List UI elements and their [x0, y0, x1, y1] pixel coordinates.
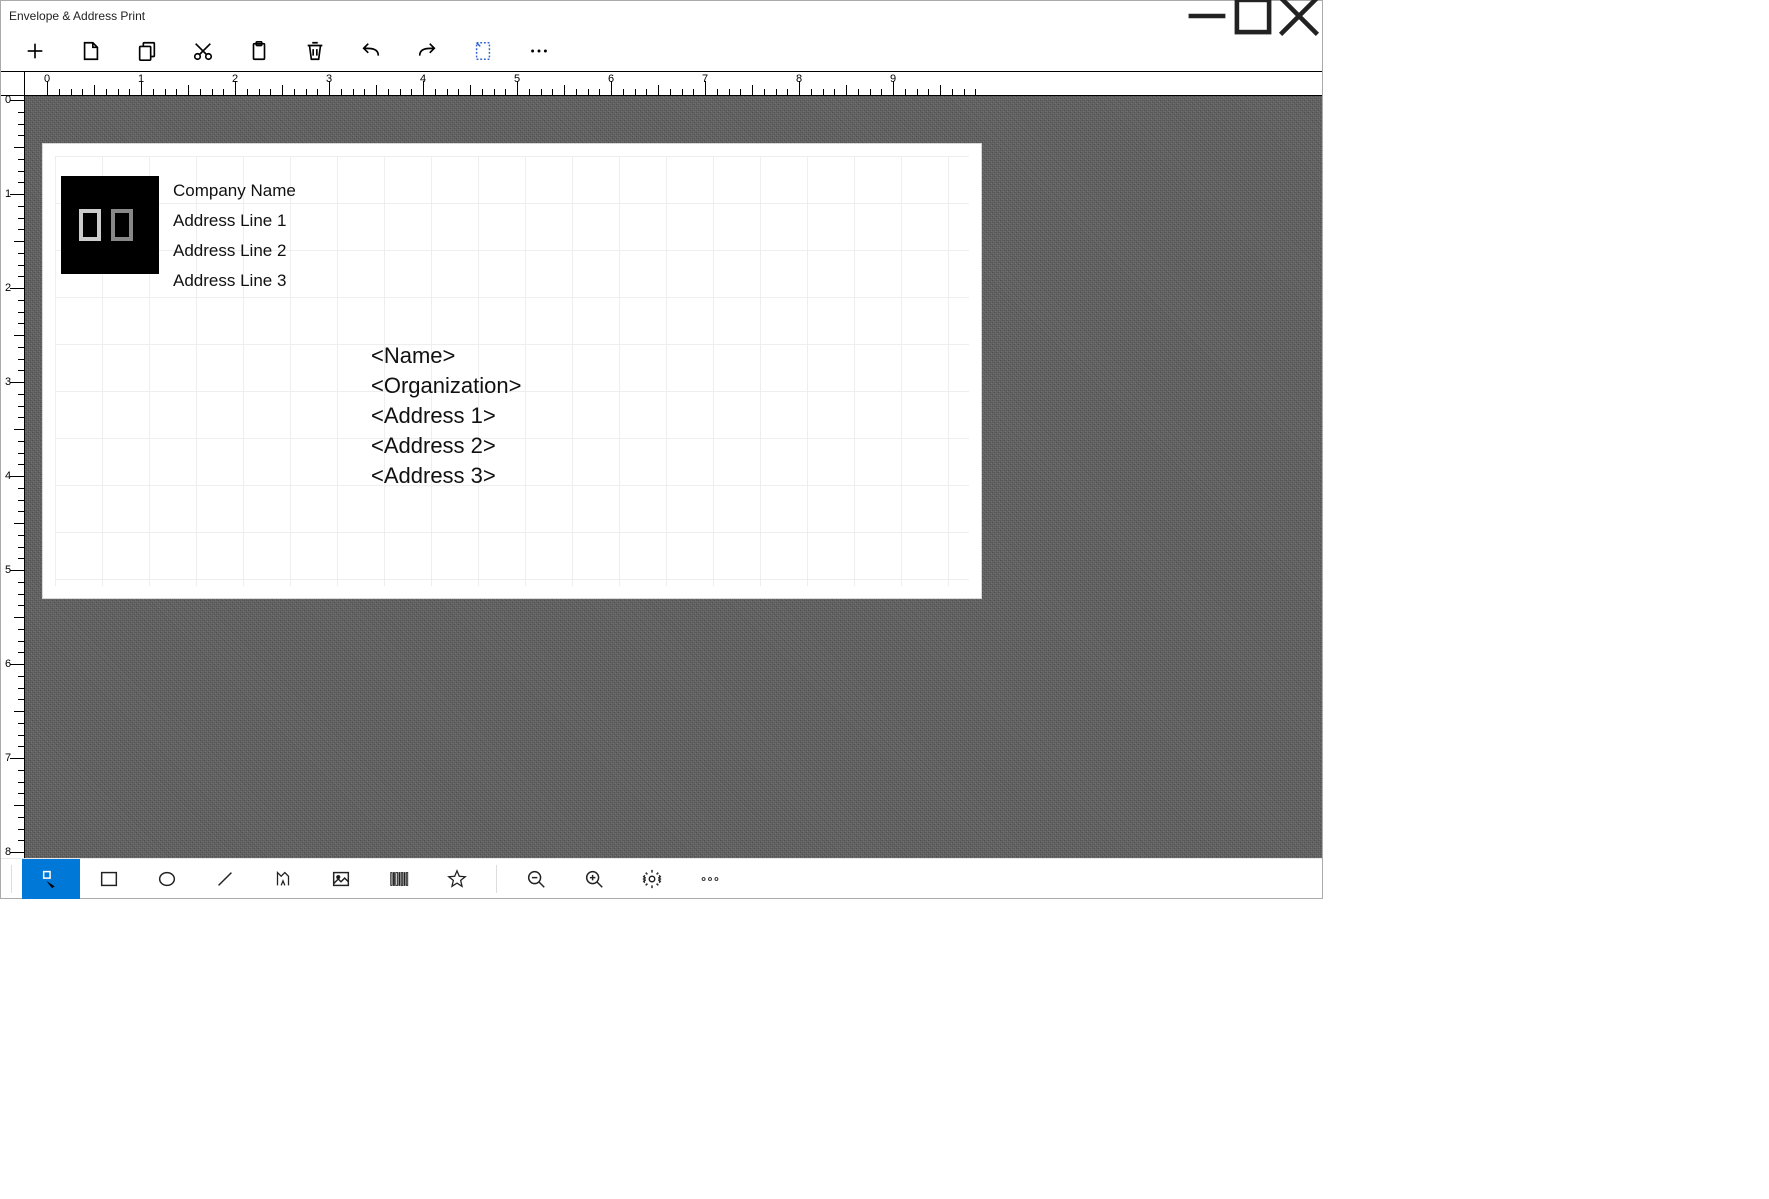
new-button[interactable] [7, 31, 63, 71]
save-button[interactable] [63, 31, 119, 71]
settings-button[interactable] [623, 859, 681, 899]
ruler-vertical: 0123456789 [1, 96, 25, 858]
line-button[interactable] [196, 859, 254, 899]
undo-button[interactable] [343, 31, 399, 71]
ruler-horizontal: 0123456789 [25, 72, 1322, 96]
toolbar-top [1, 31, 1322, 71]
star-button[interactable] [428, 859, 486, 899]
canvas-holder: Company Name Address Line 1 Address Line… [25, 96, 1322, 858]
text-button[interactable] [254, 859, 312, 899]
redo-button[interactable] [399, 31, 455, 71]
recipient-addr3: <Address 3> [371, 461, 521, 491]
sender-company: Company Name [173, 176, 296, 206]
workspace: 0123456789 0123456789 Company Name Addre… [1, 71, 1322, 858]
paste-button[interactable] [231, 31, 287, 71]
select-button[interactable] [22, 859, 80, 899]
zoom-in-button[interactable] [565, 859, 623, 899]
new-doc-button[interactable] [455, 31, 511, 71]
cut-button[interactable] [175, 31, 231, 71]
canvas-row: 0123456789 Company Name Address Line 1 A… [1, 96, 1322, 858]
sender-logo [61, 176, 159, 274]
minimize-button[interactable] [1184, 1, 1230, 31]
sender-block[interactable]: Company Name Address Line 1 Address Line… [61, 176, 296, 296]
titlebar-left: Envelope & Address Print [9, 9, 145, 23]
more-button[interactable] [681, 859, 739, 899]
more-button[interactable] [511, 31, 567, 71]
sender-addr3: Address Line 3 [173, 266, 296, 296]
toolbar-bottom [1, 858, 1322, 898]
rectangle-button[interactable] [80, 859, 138, 899]
sender-addr1: Address Line 1 [173, 206, 296, 236]
envelope-sheet[interactable]: Company Name Address Line 1 Address Line… [43, 144, 981, 598]
barcode-button[interactable] [370, 859, 428, 899]
maximize-button[interactable] [1230, 1, 1276, 31]
recipient-name: <Name> [371, 341, 521, 371]
ruler-horizontal-row: 0123456789 [1, 72, 1322, 96]
app-window: Envelope & Address Print 0123456789 0123… [0, 0, 1323, 899]
copy-button[interactable] [119, 31, 175, 71]
ellipse-button[interactable] [138, 859, 196, 899]
titlebar: Envelope & Address Print [1, 1, 1322, 31]
sender-text: Company Name Address Line 1 Address Line… [173, 176, 296, 296]
delete-button[interactable] [287, 31, 343, 71]
close-button[interactable] [1276, 1, 1322, 31]
recipient-block[interactable]: <Name> <Organization> <Address 1> <Addre… [371, 341, 521, 491]
window-controls [1184, 1, 1322, 31]
app-title: Envelope & Address Print [9, 9, 145, 23]
recipient-addr1: <Address 1> [371, 401, 521, 431]
image-button[interactable] [312, 859, 370, 899]
sender-addr2: Address Line 2 [173, 236, 296, 266]
zoom-out-button[interactable] [507, 859, 565, 899]
recipient-addr2: <Address 2> [371, 431, 521, 461]
ruler-corner [1, 72, 25, 96]
recipient-org: <Organization> [371, 371, 521, 401]
